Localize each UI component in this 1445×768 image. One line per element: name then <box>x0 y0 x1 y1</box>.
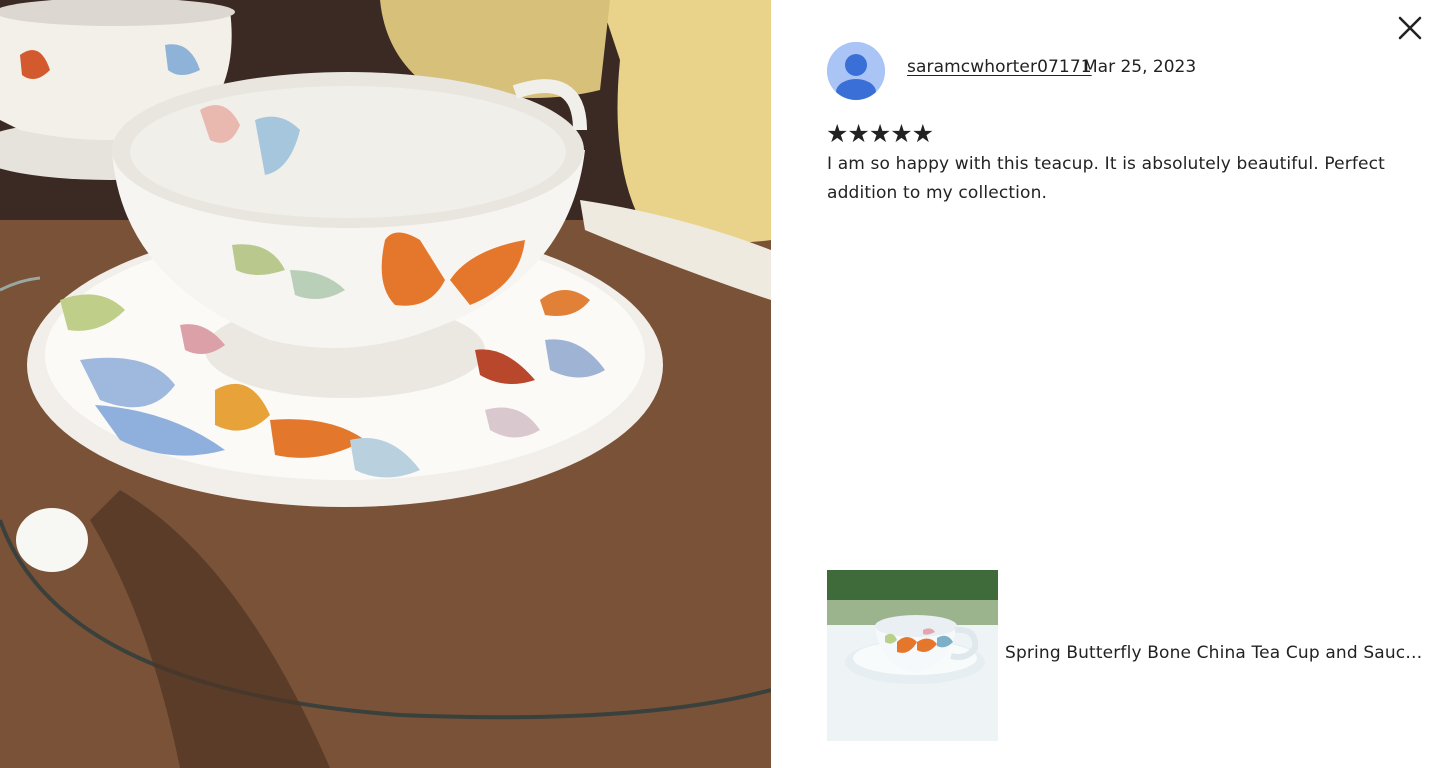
product-image <box>827 570 998 741</box>
review-date: Mar 25, 2023 <box>1083 57 1197 77</box>
reviewer-username-link[interactable]: saramcwhorter07171 <box>907 57 1092 77</box>
close-button[interactable] <box>1396 14 1424 42</box>
review-detail-panel: saramcwhorter07171 Mar 25, 2023 ★★★★★ I … <box>771 0 1445 768</box>
star-rating: ★★★★★ <box>826 119 934 148</box>
product-title-link[interactable]: Spring Butterfly Bone China Tea Cup and … <box>1005 643 1425 663</box>
avatar[interactable] <box>827 42 885 100</box>
review-text: I am so happy with this teacup. It is ab… <box>827 154 1385 203</box>
close-icon <box>1398 16 1422 40</box>
product-thumbnail[interactable] <box>827 570 998 741</box>
teacup-photo-illustration <box>0 0 771 768</box>
review-photo <box>0 0 771 768</box>
user-avatar-icon <box>827 42 885 100</box>
